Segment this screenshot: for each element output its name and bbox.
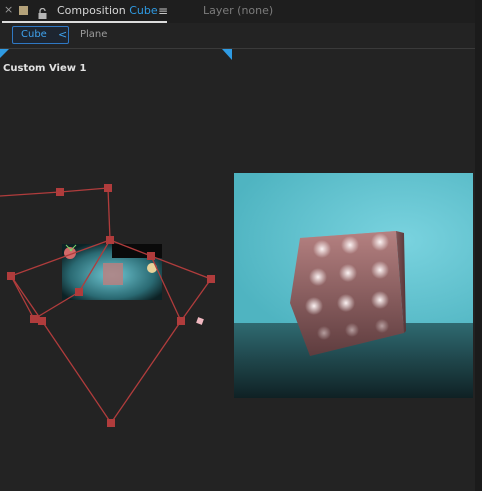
render-preview bbox=[234, 173, 473, 398]
breadcrumb-item-cube-label: Cube bbox=[21, 29, 47, 40]
close-tab-icon[interactable]: × bbox=[4, 3, 13, 16]
breadcrumb-item-plane[interactable]: Plane bbox=[80, 29, 107, 40]
chevron-left-icon: < bbox=[58, 28, 68, 41]
composition-tab-prefix: Composition bbox=[57, 4, 126, 17]
panel-edge bbox=[475, 0, 482, 491]
light-handle-icon[interactable] bbox=[196, 317, 204, 325]
composition-viewer[interactable]: Custom View 1 bbox=[0, 49, 475, 491]
camera-wireframe[interactable] bbox=[0, 49, 232, 491]
composition-tab[interactable]: Composition Cube bbox=[57, 4, 158, 17]
composition-breadcrumb: Cube < Plane bbox=[0, 23, 475, 48]
breadcrumb-item-cube[interactable]: Cube < bbox=[12, 26, 69, 44]
composition-tab-name: Cube bbox=[129, 4, 158, 17]
camera-handles[interactable] bbox=[7, 184, 215, 427]
composition-tab-bar: × Composition Cube ≡ Layer (none) bbox=[0, 0, 482, 23]
label-color-swatch[interactable] bbox=[19, 6, 28, 15]
panel-menu-icon[interactable]: ≡ bbox=[158, 4, 168, 18]
layer-panel-tab[interactable]: Layer (none) bbox=[203, 4, 273, 17]
